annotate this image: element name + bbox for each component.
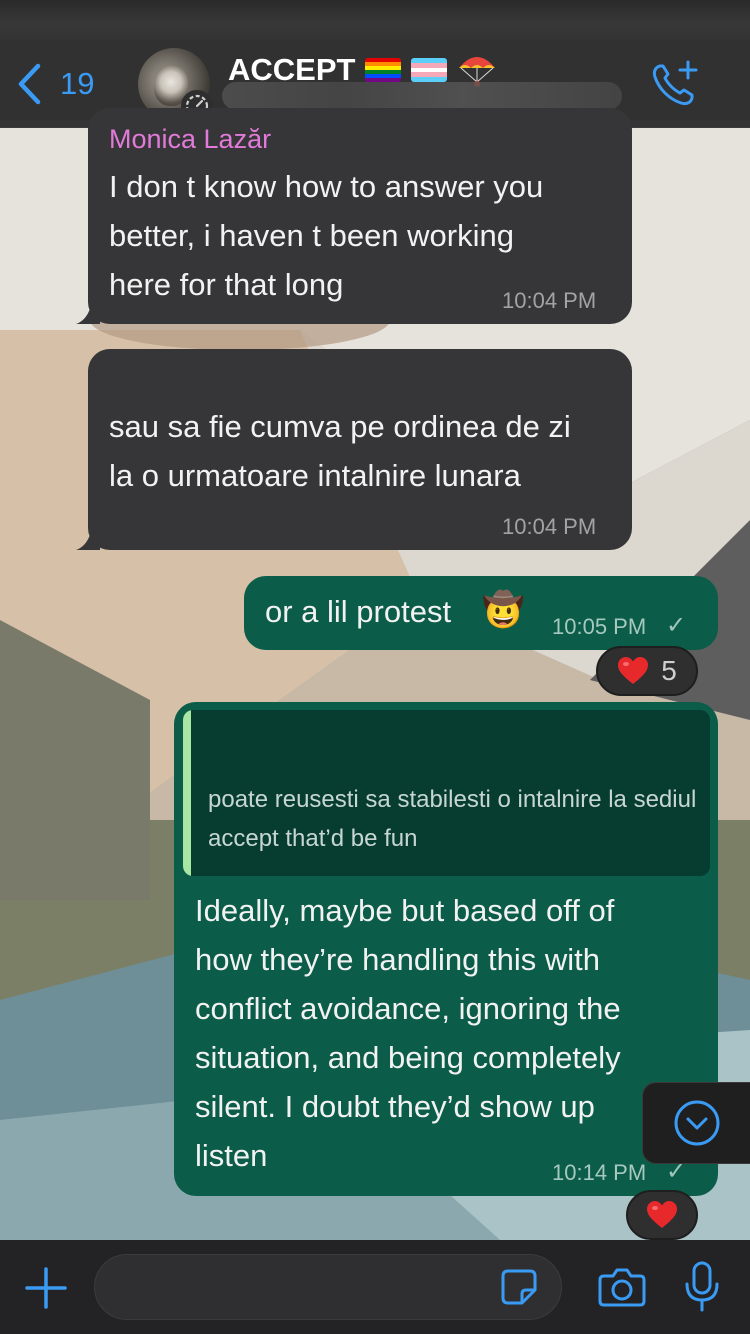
group-members-redaction: [222, 82, 622, 110]
camera-icon: [598, 1268, 646, 1307]
composer-bar: [0, 1240, 750, 1334]
transgender-flag-icon: [411, 58, 448, 82]
message-time: 10:14 PM: [552, 1160, 647, 1185]
heart-icon: [618, 657, 649, 684]
chevron-left-icon: [18, 63, 41, 105]
attach-button[interactable]: [24, 1266, 68, 1315]
bubble-tail: [76, 302, 100, 324]
sent-check-icon: ✓: [666, 612, 687, 639]
message-input[interactable]: [94, 1254, 562, 1320]
message-text: sau sa fie cumva pe ordinea de zi la o u…: [109, 409, 571, 493]
back-button[interactable]: 19: [16, 60, 94, 108]
bubble-tail: [76, 528, 100, 550]
quoted-reply[interactable]: poate reusesti sa stabilesti o intalnire…: [183, 710, 710, 876]
message-time: 10:05 PM: [552, 614, 647, 639]
sender-name: Monica Lazăr: [109, 124, 272, 154]
reaction-count: 5: [661, 655, 677, 686]
quote-accent-bar: [183, 710, 191, 876]
unread-count: 19: [60, 66, 95, 101]
rainbow-flag-icon: [365, 58, 402, 82]
cowboy-emoji: 🤠: [482, 591, 525, 629]
sticker-button[interactable]: [500, 1268, 538, 1311]
heart-icon: [647, 1201, 677, 1228]
chevron-down-circle-icon: [674, 1100, 720, 1146]
message-text: or a lil protest: [265, 594, 452, 629]
message-time: 10:04 PM: [502, 514, 597, 539]
message-text: Ideally, maybe but based off of how they…: [195, 893, 621, 1173]
phone-add-icon: [652, 60, 698, 106]
message-time: 10:04 PM: [502, 288, 597, 313]
voice-message-button[interactable]: [684, 1260, 720, 1319]
sticker-icon: [501, 1269, 537, 1305]
plus-icon: [25, 1267, 67, 1309]
scroll-to-bottom-button[interactable]: [642, 1082, 750, 1164]
status-bar-redaction: [0, 0, 750, 40]
message-text: I don t know how to answer you better, i…: [109, 169, 544, 302]
reaction-chip[interactable]: 5: [596, 646, 698, 696]
reaction-chip[interactable]: [626, 1190, 698, 1240]
camera-button[interactable]: [598, 1266, 646, 1313]
quoted-text: poate reusesti sa stabilesti o intalnire…: [208, 786, 697, 852]
add-call-button[interactable]: [650, 58, 700, 113]
microphone-icon: [685, 1261, 719, 1312]
